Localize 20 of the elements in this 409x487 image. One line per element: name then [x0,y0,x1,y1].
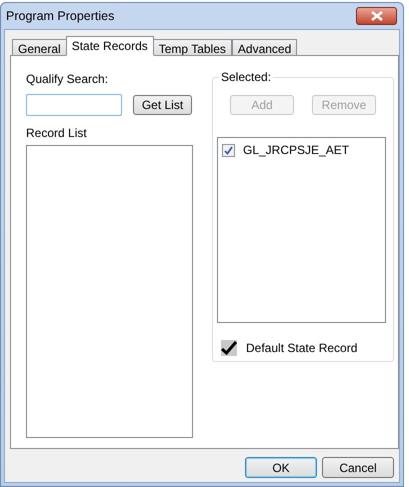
close-icon [370,11,382,21]
record-list-label: Record List [26,125,88,142]
search-field[interactable] [26,94,122,116]
record-name[interactable]: GL_JRCPSJE_AET [243,141,350,159]
tab[interactable]: State Records [66,36,154,56]
qualify-search-label: Qualify Search: [26,71,110,88]
tab[interactable]: General [12,39,67,56]
dialog-button[interactable]: OK [245,457,317,478]
close-button[interactable] [356,7,397,25]
get-list-button[interactable]: Get List [133,95,192,115]
dialog-button[interactable]: Cancel [322,457,394,478]
selected-list-box[interactable]: GL_JRCPSJE_AET [217,137,386,323]
tab[interactable]: Temp Tables [152,39,232,56]
item-checkbox[interactable] [222,144,235,156]
default-checkbox[interactable] [221,340,237,356]
tab[interactable]: Advanced [232,39,298,56]
check-icon [224,146,233,154]
check-icon [221,341,237,355]
window-title: Program Properties [6,8,116,25]
default-state-record-label: Default State Record [246,340,358,357]
